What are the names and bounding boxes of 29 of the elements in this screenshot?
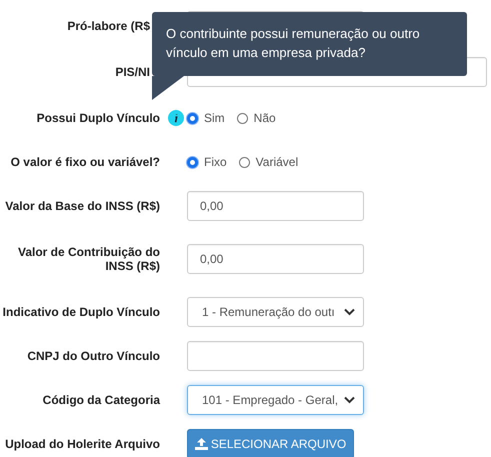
input-field[interactable] bbox=[187, 341, 364, 371]
upload-icon bbox=[194, 438, 208, 450]
input-field[interactable]: 0,00 bbox=[187, 191, 364, 221]
field-label: O valor é fixo ou variável? bbox=[10, 155, 160, 169]
field-label: PIS/NI bbox=[115, 65, 150, 79]
radio-button[interactable] bbox=[236, 112, 248, 124]
field-label: Upload do Holerite Arquivo bbox=[5, 437, 160, 451]
dropdown[interactable]: 1 - Remuneração do outı bbox=[187, 297, 364, 327]
radio-button[interactable] bbox=[238, 156, 250, 168]
radio-button[interactable] bbox=[187, 156, 198, 168]
chevron-down-icon bbox=[344, 396, 355, 404]
field-label: Valor de Contribuição do INSS (R$) bbox=[16, 245, 160, 273]
radio-label: Fixo bbox=[204, 155, 227, 169]
field-label: Indicativo de Duplo Vínculo bbox=[2, 305, 160, 319]
field-label: Valor da Base do INSS (R$) bbox=[5, 199, 160, 213]
dropdown[interactable]: 101 - Empregado - Geral, bbox=[187, 385, 364, 415]
field-label: Possui Duplo Vínculo bbox=[36, 111, 160, 125]
field-label: Pró-labore (R$ bbox=[67, 19, 150, 33]
radio-label: Sim bbox=[204, 111, 225, 125]
tooltip-pointer bbox=[152, 76, 184, 100]
field-label: CNPJ do Outro Vínculo bbox=[27, 349, 160, 363]
select-file-button[interactable]: SELECIONAR ARQUIVO bbox=[187, 429, 354, 457]
radio-label: Variável bbox=[256, 155, 298, 169]
radio-button[interactable] bbox=[187, 112, 198, 124]
info-icon[interactable] bbox=[168, 110, 184, 126]
field-label: Código da Categoria bbox=[42, 393, 160, 407]
chevron-down-icon bbox=[344, 308, 355, 316]
input-field[interactable]: 0,00 bbox=[187, 244, 364, 274]
radio-label: Não bbox=[254, 111, 276, 125]
